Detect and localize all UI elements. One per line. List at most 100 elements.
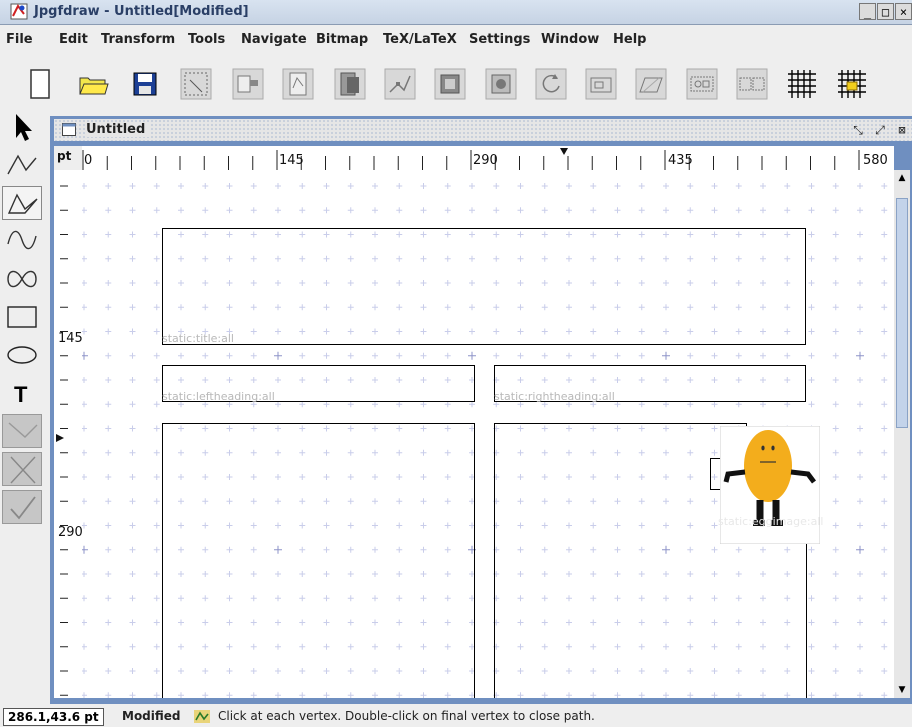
menu-tools[interactable]: Tools bbox=[188, 32, 225, 47]
menu-help[interactable]: Help bbox=[613, 32, 646, 47]
document-title: Untitled bbox=[86, 122, 150, 137]
new-button[interactable] bbox=[22, 66, 58, 102]
select-tool[interactable] bbox=[2, 110, 42, 144]
h-ruler-label-0: 0 bbox=[84, 153, 93, 168]
edit-path-icon bbox=[384, 68, 416, 100]
cursor-coordinates: 286.1,43.6 pt bbox=[3, 708, 104, 726]
scroll-up-arrow-icon[interactable]: ▲ bbox=[894, 170, 910, 186]
closed-line-tool[interactable] bbox=[2, 186, 42, 220]
document-controls: ⤡ ⤢ ⊠ bbox=[850, 122, 910, 138]
region-label-rightheading: static:rightheading:all bbox=[494, 390, 615, 403]
title-region[interactable] bbox=[162, 228, 806, 345]
gradient-tool[interactable] bbox=[2, 414, 42, 448]
region-label-leftheading: static:leftheading:all bbox=[162, 390, 275, 403]
bring-front-icon bbox=[334, 68, 366, 100]
scale-button[interactable] bbox=[583, 66, 619, 102]
unit-label: pt bbox=[57, 149, 72, 163]
menu-window[interactable]: Window bbox=[541, 32, 599, 47]
h-ruler-label-290: 290 bbox=[473, 153, 498, 168]
lock-grid-button[interactable] bbox=[834, 66, 870, 102]
menu-transform[interactable]: Transform bbox=[101, 32, 175, 47]
ruler-corner: pt bbox=[54, 146, 82, 170]
document-iconify-button[interactable]: ⤡ bbox=[850, 122, 866, 138]
vertical-ruler-ticks bbox=[56, 185, 68, 696]
document-title-bar[interactable]: Untitled ⤡ ⤢ ⊠ bbox=[54, 119, 912, 141]
jpgfdraw-app-icon bbox=[10, 3, 28, 20]
finish-path-icon bbox=[10, 496, 36, 520]
open-line-tool[interactable] bbox=[2, 148, 42, 182]
rotate-button[interactable] bbox=[533, 66, 569, 102]
select-tool-icon bbox=[16, 114, 32, 141]
menu-settings[interactable]: Settings bbox=[469, 32, 530, 47]
save-icon bbox=[133, 72, 157, 96]
vertical-ruler[interactable]: 145 290 bbox=[54, 170, 82, 698]
scroll-thumb[interactable] bbox=[896, 198, 908, 428]
ellipse-tool[interactable] bbox=[2, 338, 42, 372]
modified-indicator: Modified bbox=[122, 709, 181, 723]
grid-snap-button[interactable] bbox=[432, 66, 468, 102]
open-folder-icon bbox=[79, 77, 109, 95]
minimize-button[interactable]: _ bbox=[859, 3, 876, 20]
pick-bitmap-icon bbox=[232, 68, 264, 100]
shear-button[interactable] bbox=[633, 66, 669, 102]
text-tool[interactable]: T bbox=[2, 376, 42, 410]
rectangle-tool-icon bbox=[7, 306, 37, 328]
maximize-button[interactable]: □ bbox=[877, 3, 894, 20]
rectangle-tool[interactable] bbox=[2, 300, 42, 334]
menu-bitmap[interactable]: Bitmap bbox=[316, 32, 368, 47]
save-button[interactable] bbox=[127, 66, 163, 102]
app-window: Jpgfdraw - Untitled[Modified] _ □ × File… bbox=[0, 0, 912, 727]
menu-bar: File Edit Transform Tools Navigate Bitma… bbox=[0, 30, 912, 50]
finish-path-button[interactable] bbox=[2, 490, 42, 524]
select-region-button[interactable] bbox=[178, 66, 214, 102]
abandon-path-button[interactable] bbox=[2, 452, 42, 486]
abandon-path-icon bbox=[10, 456, 36, 484]
closed-curve-tool-icon bbox=[7, 270, 37, 288]
scale-icon bbox=[585, 68, 617, 100]
drawing-canvas[interactable]: static:title:all static:leftheading:all … bbox=[82, 170, 894, 698]
tool-palette: T bbox=[0, 108, 46, 708]
gradient-tool-icon bbox=[8, 422, 38, 438]
v-ruler-marker-icon bbox=[56, 434, 64, 442]
show-grid-button[interactable] bbox=[784, 66, 820, 102]
select-region-icon bbox=[180, 68, 212, 100]
region-label-title: static:title:all bbox=[162, 332, 234, 345]
horizontal-ruler[interactable]: 0 145 290 435 580 bbox=[82, 146, 894, 170]
document-maximize-button[interactable]: ⤢ bbox=[872, 122, 888, 138]
lock-grid-icon bbox=[838, 70, 866, 98]
new-icon bbox=[30, 69, 50, 99]
open-button[interactable] bbox=[75, 66, 111, 102]
grid-snap-icon bbox=[434, 68, 466, 100]
document-icon bbox=[62, 123, 76, 136]
close-button[interactable]: × bbox=[895, 3, 912, 20]
menu-navigate[interactable]: Navigate bbox=[241, 32, 307, 47]
menu-file[interactable]: File bbox=[6, 32, 33, 47]
clip-icon bbox=[485, 68, 517, 100]
pick-bitmap-button[interactable] bbox=[230, 66, 266, 102]
group-icon bbox=[686, 68, 718, 100]
h-ruler-label-580: 580 bbox=[863, 153, 888, 168]
clip-button[interactable] bbox=[483, 66, 519, 102]
main-toolbar bbox=[0, 58, 912, 114]
closed-line-tool-icon bbox=[7, 193, 38, 214]
open-curve-tool-icon bbox=[7, 230, 37, 250]
path-properties-button[interactable] bbox=[280, 66, 316, 102]
vertical-scrollbar[interactable]: ▲ ▼ bbox=[894, 170, 910, 698]
ungroup-icon bbox=[736, 68, 768, 100]
ungroup-button[interactable] bbox=[734, 66, 770, 102]
v-ruler-label-145: 145 bbox=[58, 331, 82, 346]
menu-edit[interactable]: Edit bbox=[59, 32, 88, 47]
scroll-down-arrow-icon[interactable]: ▼ bbox=[894, 682, 910, 698]
show-grid-icon bbox=[788, 70, 816, 98]
title-bar[interactable]: Jpgfdraw - Untitled[Modified] _ □ × bbox=[0, 0, 912, 25]
open-curve-tool[interactable] bbox=[2, 224, 42, 258]
menu-tex-latex[interactable]: TeX/LaTeX bbox=[383, 32, 457, 47]
document-close-button[interactable]: ⊠ bbox=[894, 122, 910, 138]
left-column-region[interactable] bbox=[162, 423, 475, 699]
text-tool-icon: T bbox=[14, 382, 28, 407]
bring-front-button[interactable] bbox=[332, 66, 368, 102]
group-button[interactable] bbox=[684, 66, 720, 102]
edit-path-button[interactable] bbox=[382, 66, 418, 102]
closed-curve-tool[interactable] bbox=[2, 262, 42, 296]
h-ruler-label-435: 435 bbox=[668, 153, 693, 168]
